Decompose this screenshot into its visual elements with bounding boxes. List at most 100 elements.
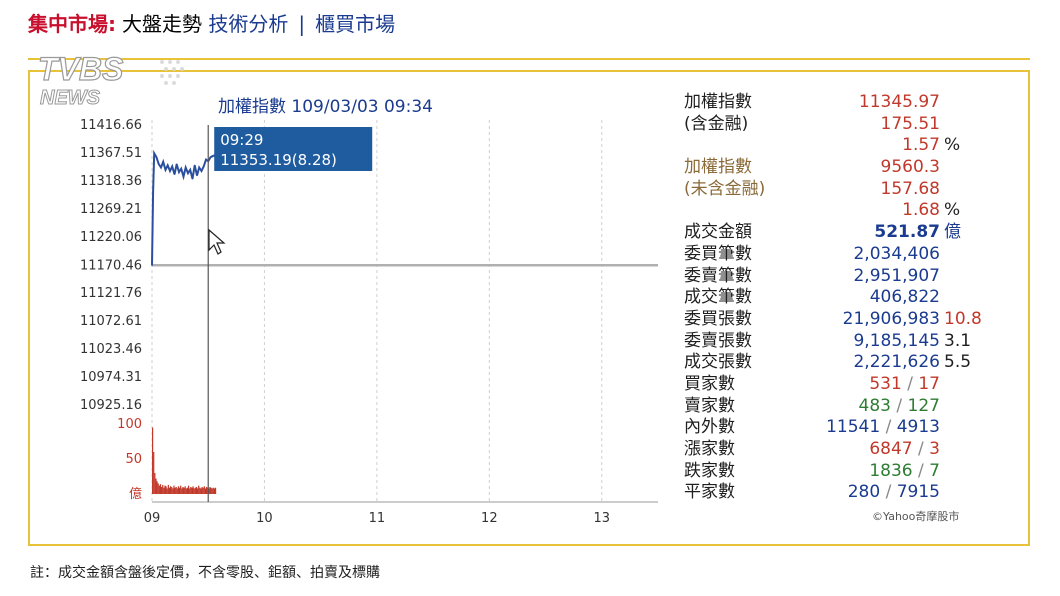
price-point	[203, 165, 205, 167]
price-point	[198, 166, 200, 169]
stat-extra: 億	[944, 222, 961, 243]
market-label: 集中市場:	[28, 12, 116, 36]
technical-analysis-link[interactable]: 技術分析	[208, 12, 288, 36]
stat-slash: /	[912, 439, 930, 459]
stat-row: 1.68%	[682, 200, 1012, 222]
mouse-pointer-icon	[208, 228, 226, 255]
volume-bar	[173, 485, 175, 494]
stat-value: 531 / 17	[869, 374, 940, 395]
page-header: 集中市場: 大盤走勢 技術分析 | 櫃買市場	[28, 10, 395, 38]
price-point	[182, 176, 185, 178]
volume-bar	[175, 487, 177, 494]
price-point	[205, 158, 207, 161]
volume-bar	[169, 486, 172, 494]
stat-label: 跌家數	[684, 460, 735, 481]
svg-text:TVBS: TVBS	[38, 51, 124, 87]
y-tick-label: 11367.51	[80, 146, 142, 161]
stat-row: 賣家數 483 / 127	[682, 396, 1012, 418]
stat-value: 1836 / 7	[869, 461, 940, 482]
volume-bar	[214, 487, 217, 494]
volume-bar	[193, 488, 195, 494]
stat-value-a: 1836	[869, 460, 913, 481]
stat-label: 內外數	[684, 417, 735, 438]
stat-value: 2,951,907	[853, 265, 940, 286]
volume-bar	[184, 486, 186, 494]
volume-bar	[154, 473, 156, 494]
volume-bar	[182, 487, 184, 494]
volume-bar	[162, 484, 164, 494]
stat-row: 委買筆數 2,034,406	[682, 244, 1012, 266]
volume-bar	[186, 487, 189, 494]
stat-value-b: 127	[907, 395, 940, 416]
y-tick-label: 11269.21	[80, 202, 142, 217]
tvbs-news-logo: TVBS NEWS	[37, 50, 184, 110]
volume-bar	[180, 485, 182, 494]
volume-bar	[168, 487, 171, 494]
price-point	[152, 190, 154, 193]
price-point	[169, 170, 171, 172]
price-point	[153, 152, 155, 154]
price-point	[155, 156, 158, 158]
volume-bar	[185, 488, 187, 494]
stat-slash: /	[912, 460, 930, 481]
volume-bar	[166, 488, 168, 494]
price-point	[164, 169, 167, 171]
stat-row: 跌家數 1836 / 7	[682, 461, 1012, 483]
volume-bar	[163, 487, 165, 494]
stat-value: 6847 / 3	[869, 439, 940, 460]
stat-slash: /	[880, 417, 897, 438]
stat-label: 成交金額	[684, 222, 752, 243]
y-tick-label: 10974.31	[80, 370, 142, 385]
volume-bar	[158, 485, 160, 494]
volume-bar	[176, 488, 178, 494]
x-tick-label: 12	[481, 511, 498, 526]
stat-row: 成交金額 521.87 億	[682, 222, 1012, 244]
stat-value: 11345.97	[858, 92, 940, 112]
index-chart: 09 10 11 12 13 11416.66 11367.51 11318.36 11269.…	[80, 97, 658, 526]
volume-bar	[153, 452, 155, 494]
price-point	[185, 166, 187, 169]
volume-bar	[212, 487, 214, 494]
stat-extra: 3.1	[944, 330, 972, 351]
stat-row: (含金融) 175.51	[682, 114, 1012, 136]
market-stats-table: 加權指數 11345.97 (含金融) 175.51 1.57% 加權指數 9560.3 (未…	[682, 92, 1012, 504]
trend-label: 大盤走勢	[122, 12, 202, 36]
volume-bar	[200, 488, 202, 494]
stat-value: 280 / 7915	[848, 482, 940, 503]
x-tick-label: 13	[594, 511, 611, 526]
volume-bar	[187, 485, 190, 494]
y-tick-label: 11416.66	[80, 118, 142, 133]
stat-label: 買家數	[684, 373, 735, 394]
stat-label: (未含金融)	[684, 178, 766, 199]
price-point	[167, 164, 169, 166]
price-point	[158, 163, 160, 165]
stat-value: 9,185,145	[853, 330, 940, 351]
volume-bar	[198, 485, 200, 494]
stat-value: 9560.3	[880, 157, 940, 178]
stat-value-a: 531	[869, 373, 902, 394]
volume-bar	[213, 488, 216, 494]
price-point	[191, 178, 194, 180]
stat-row: 買家數 531 / 17	[682, 374, 1012, 396]
volume-bar	[191, 487, 193, 494]
stat-label: 成交筆數	[684, 287, 752, 308]
stat-value-b: 3	[929, 439, 940, 459]
volume-bar	[177, 486, 180, 494]
price-point	[176, 163, 178, 165]
volume-bar	[203, 486, 205, 494]
volume-bar	[178, 487, 181, 494]
volume-tick-label: 50	[125, 452, 142, 467]
otc-market-link[interactable]: 櫃買市場	[315, 12, 395, 36]
stat-slash: /	[901, 373, 919, 394]
stat-label: 加權指數	[684, 157, 752, 178]
stat-value: 521.87	[874, 222, 940, 243]
y-tick-label: 11170.46	[80, 258, 142, 273]
volume-bar	[181, 488, 183, 494]
volume-bar	[164, 485, 166, 494]
stat-label: 賣家數	[684, 395, 735, 416]
stat-extra: 10.8	[944, 308, 982, 329]
stat-value-a: 11541	[826, 417, 881, 438]
price-point	[196, 174, 198, 177]
stat-value-b: 7	[929, 460, 940, 481]
stat-value: 406,822	[869, 287, 940, 308]
